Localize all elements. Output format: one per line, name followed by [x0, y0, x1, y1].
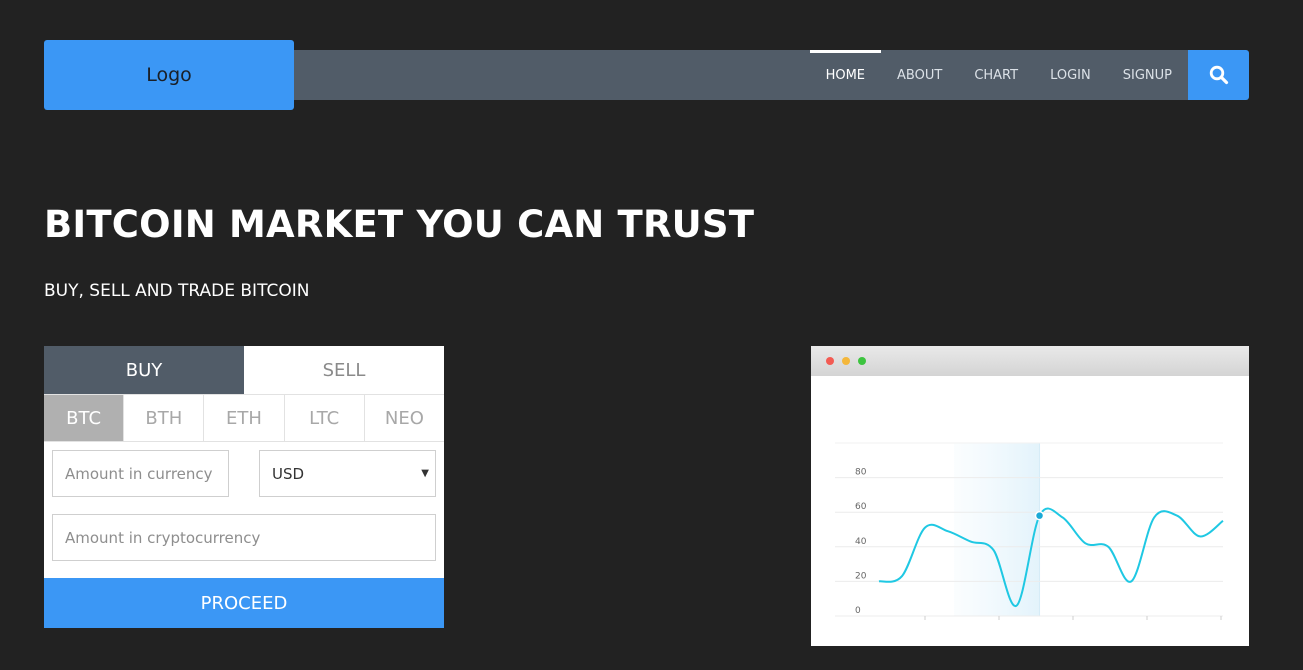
logo[interactable]: Logo — [44, 40, 294, 110]
y-tick-label: 60 — [855, 502, 867, 512]
currency-select-value: USD — [272, 464, 305, 483]
coin-btc[interactable]: BTC — [44, 395, 125, 441]
amount-crypto-input[interactable] — [52, 514, 436, 561]
nav-menu: HOME ABOUT CHART LOGIN SIGNUP — [809, 50, 1188, 100]
nav-item-home[interactable]: HOME — [809, 50, 882, 100]
y-tick-label: 0 — [855, 606, 861, 616]
highlight-point — [1034, 510, 1045, 521]
window-maximize-dot — [858, 357, 866, 365]
coin-bth[interactable]: BTH — [124, 395, 205, 441]
highlight-band — [954, 443, 1040, 616]
coin-selector: BTC BTH ETH LTC NEO — [44, 394, 444, 442]
amount-currency-input[interactable] — [52, 450, 229, 497]
tab-sell[interactable]: SELL — [244, 346, 444, 394]
search-icon — [1209, 65, 1228, 85]
series-line — [878, 507, 1224, 607]
proceed-button[interactable]: PROCEED — [44, 578, 444, 628]
coin-ltc[interactable]: LTC — [285, 395, 365, 441]
currency-select[interactable]: USD ▼ — [259, 450, 436, 497]
trade-tabs: BUY SELL — [44, 346, 444, 394]
nav-item-chart[interactable]: CHART — [958, 50, 1034, 100]
nav-item-about[interactable]: ABOUT — [881, 50, 958, 100]
chart-window: 0 20 40 60 80 — [811, 346, 1249, 646]
navigation-bar: HOME ABOUT CHART LOGIN SIGNUP — [294, 50, 1188, 100]
nav-item-login[interactable]: LOGIN — [1034, 50, 1107, 100]
window-close-dot — [826, 357, 834, 365]
y-tick-label: 20 — [855, 571, 867, 581]
coin-eth[interactable]: ETH — [204, 395, 285, 441]
window-titlebar — [811, 346, 1249, 376]
search-button[interactable] — [1188, 50, 1249, 100]
trade-widget: BUY SELL BTC BTH ETH LTC NEO USD ▼ PROCE… — [44, 346, 444, 628]
caret-down-icon: ▼ — [421, 468, 429, 479]
window-minimize-dot — [842, 357, 850, 365]
y-tick-label: 80 — [855, 468, 867, 478]
nav-item-signup[interactable]: SIGNUP — [1107, 50, 1188, 100]
page-subtitle: BUY, SELL AND TRADE BITCOIN — [44, 281, 310, 301]
coin-neo[interactable]: NEO — [365, 395, 444, 441]
y-tick-label: 40 — [855, 537, 867, 547]
page-title: BITCOIN MARKET YOU CAN TRUST — [44, 203, 755, 246]
line-chart: 0 20 40 60 80 — [835, 442, 1224, 620]
tab-buy[interactable]: BUY — [44, 346, 244, 394]
